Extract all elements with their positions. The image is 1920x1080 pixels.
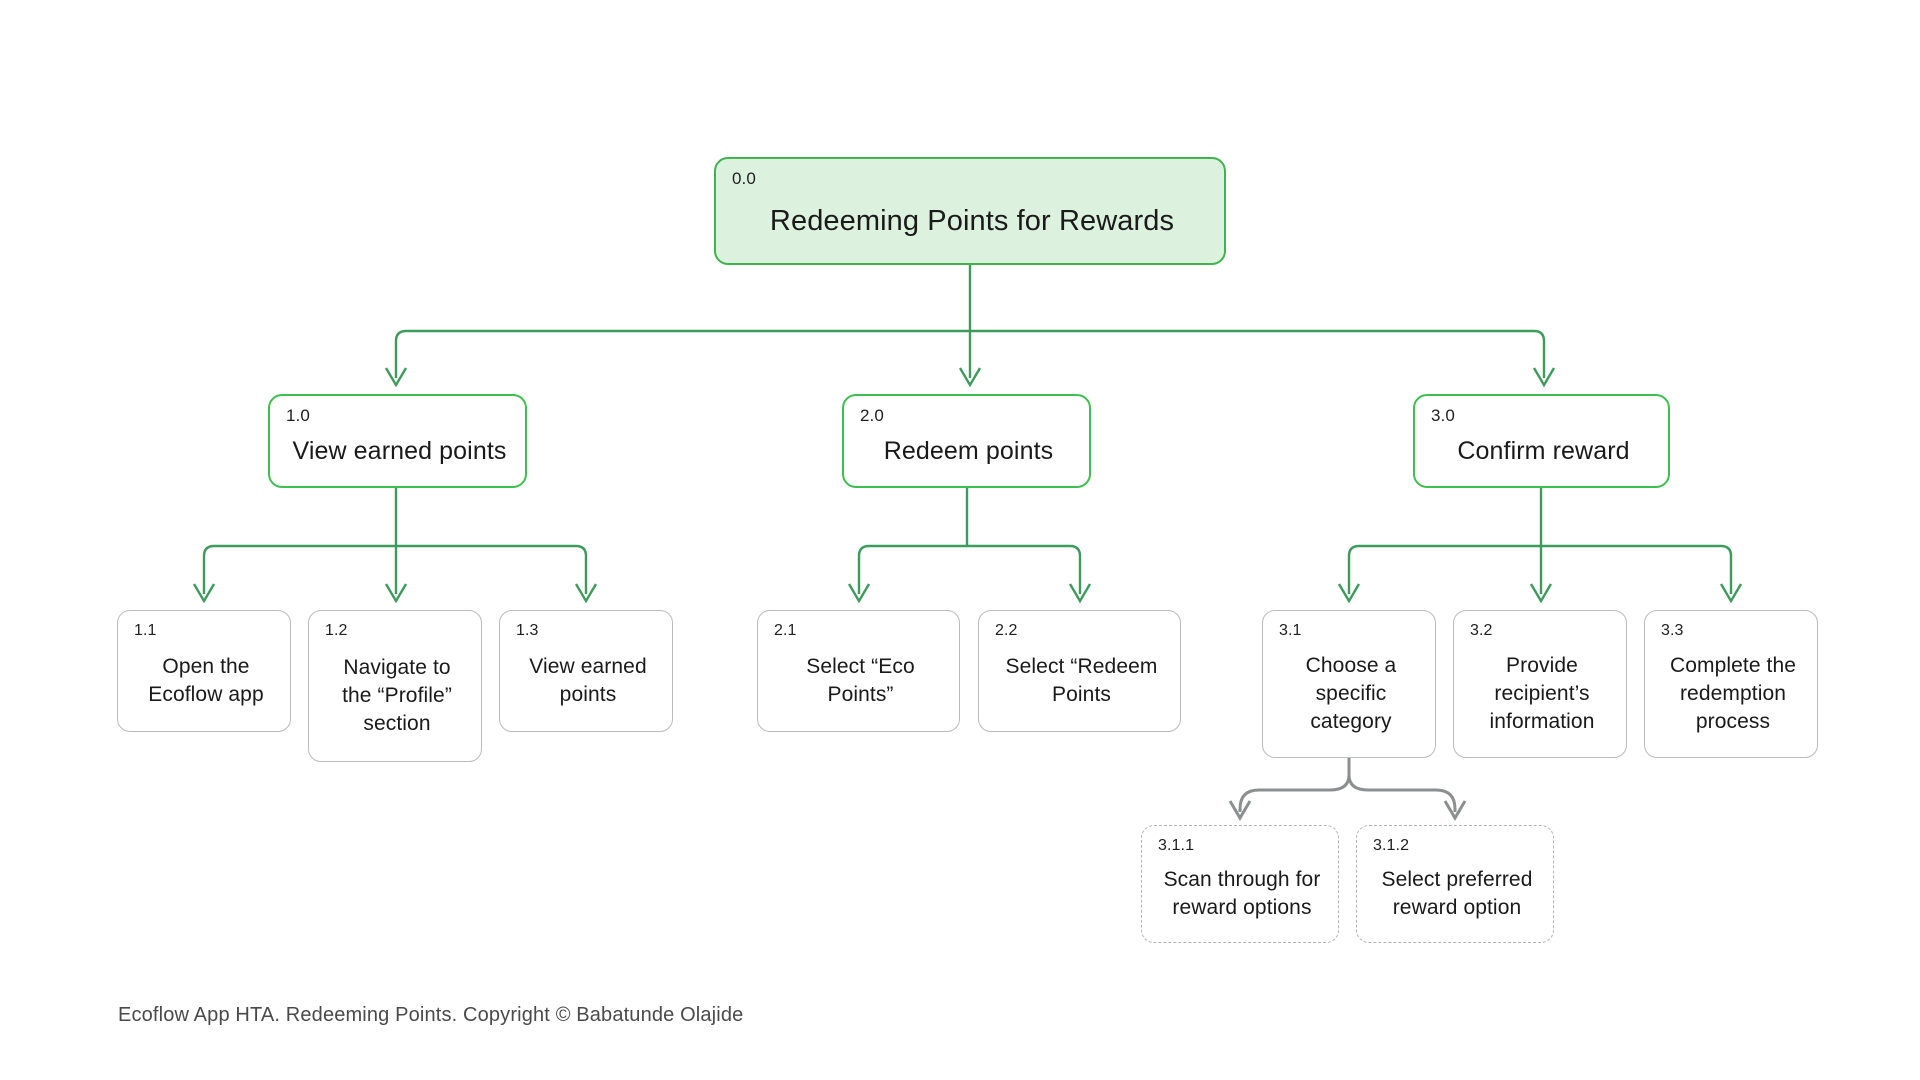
node-label: Select “Redeem Points <box>1005 654 1158 706</box>
arrowhead-3-1 <box>1337 583 1361 604</box>
arrowhead-1-0 <box>384 367 408 388</box>
node-id: 1.0 <box>286 406 310 425</box>
node-label: Navigate to the “Profile” section <box>342 655 452 735</box>
node-label: Redeem points <box>883 436 1054 465</box>
edge-1-0-to-1-3 <box>396 544 588 594</box>
arrowhead-1-1 <box>192 583 216 604</box>
node-label: Confirm reward <box>1457 436 1630 465</box>
node-id: 0.0 <box>732 169 756 188</box>
node-3-2[interactable]: 3.2 Provide recipient’s information <box>1453 610 1627 758</box>
node-3-3[interactable]: 3.3 Complete the redemption process <box>1644 610 1818 758</box>
edge-2-0-to-2-1 <box>857 544 967 594</box>
node-id: 1.1 <box>134 622 157 639</box>
node-id: 3.0 <box>1431 406 1455 425</box>
node-id: 3.1.2 <box>1373 837 1410 854</box>
node-id: 1.3 <box>516 622 539 639</box>
arrowhead-1-3 <box>574 583 598 604</box>
arrowhead-1-2 <box>384 583 408 604</box>
node-id: 2.2 <box>995 622 1018 639</box>
node-id: 2.1 <box>774 622 797 639</box>
node-3-1[interactable]: 3.1 Choose a specific category <box>1262 610 1436 758</box>
node-label: Choose a specific category <box>1305 653 1397 733</box>
node-label: View earned points <box>292 436 507 465</box>
node-id: 2.0 <box>860 406 884 425</box>
copyright-footer: Ecoflow App HTA. Redeeming Points. Copyr… <box>118 1004 744 1026</box>
edge-2-0-to-2-2 <box>967 544 1082 594</box>
edge-root-to-1-0 <box>394 329 970 378</box>
node-3-1-2[interactable]: 3.1.2 Select preferred reward option <box>1356 825 1554 943</box>
arrowhead-2-0 <box>958 367 982 388</box>
node-id: 1.2 <box>325 622 348 639</box>
node-1-3[interactable]: 1.3 View earned points <box>499 610 673 732</box>
node-id: 3.1 <box>1279 622 1302 639</box>
node-id: 3.2 <box>1470 622 1493 639</box>
node-3-0[interactable]: 3.0 Confirm reward <box>1413 394 1670 488</box>
edge-3-1-to-3-1-1 <box>1238 774 1351 812</box>
edge-3-0-to-3-1 <box>1347 544 1541 594</box>
node-2-2[interactable]: 2.2 Select “Redeem Points <box>978 610 1181 732</box>
arrowhead-3-1-1 <box>1228 800 1252 821</box>
edge-3-0-to-3-3 <box>1541 544 1733 594</box>
node-1-0[interactable]: 1.0 View earned points <box>268 394 527 488</box>
arrowhead-3-0 <box>1532 367 1556 388</box>
node-1-2[interactable]: 1.2 Navigate to the “Profile” section <box>308 610 482 762</box>
node-label: Scan through for reward options <box>1163 867 1321 919</box>
arrowhead-3-3 <box>1719 583 1743 604</box>
node-2-0[interactable]: 2.0 Redeem points <box>842 394 1091 488</box>
node-label: Open the Ecoflow app <box>148 654 264 706</box>
edge-3-1-to-3-1-2 <box>1347 774 1457 812</box>
hta-diagram-canvas: 0.0 Redeeming Points for Rewards 1.0 Vie… <box>0 0 1920 1080</box>
edge-root-to-3-0 <box>970 329 1546 378</box>
arrowhead-2-1 <box>847 583 871 604</box>
node-id: 3.1.1 <box>1158 837 1195 854</box>
arrowhead-2-2 <box>1068 583 1092 604</box>
node-0-0[interactable]: 0.0 Redeeming Points for Rewards <box>714 157 1226 265</box>
node-label: Select “Eco Points” <box>806 654 915 706</box>
node-label: Complete the redemption process <box>1669 653 1797 733</box>
node-id: 3.3 <box>1661 622 1684 639</box>
node-3-1-1[interactable]: 3.1.1 Scan through for reward options <box>1141 825 1339 943</box>
node-label: View earned points <box>529 654 647 706</box>
node-label: Select preferred reward option <box>1381 867 1533 919</box>
node-2-1[interactable]: 2.1 Select “Eco Points” <box>757 610 960 732</box>
arrowhead-3-2 <box>1529 583 1553 604</box>
arrowhead-3-1-2 <box>1443 800 1467 821</box>
node-1-1[interactable]: 1.1 Open the Ecoflow app <box>117 610 291 732</box>
node-label: Redeeming Points for Rewards <box>769 204 1175 237</box>
node-label: Provide recipient’s information <box>1489 653 1595 733</box>
edge-1-0-to-1-1 <box>202 544 396 594</box>
